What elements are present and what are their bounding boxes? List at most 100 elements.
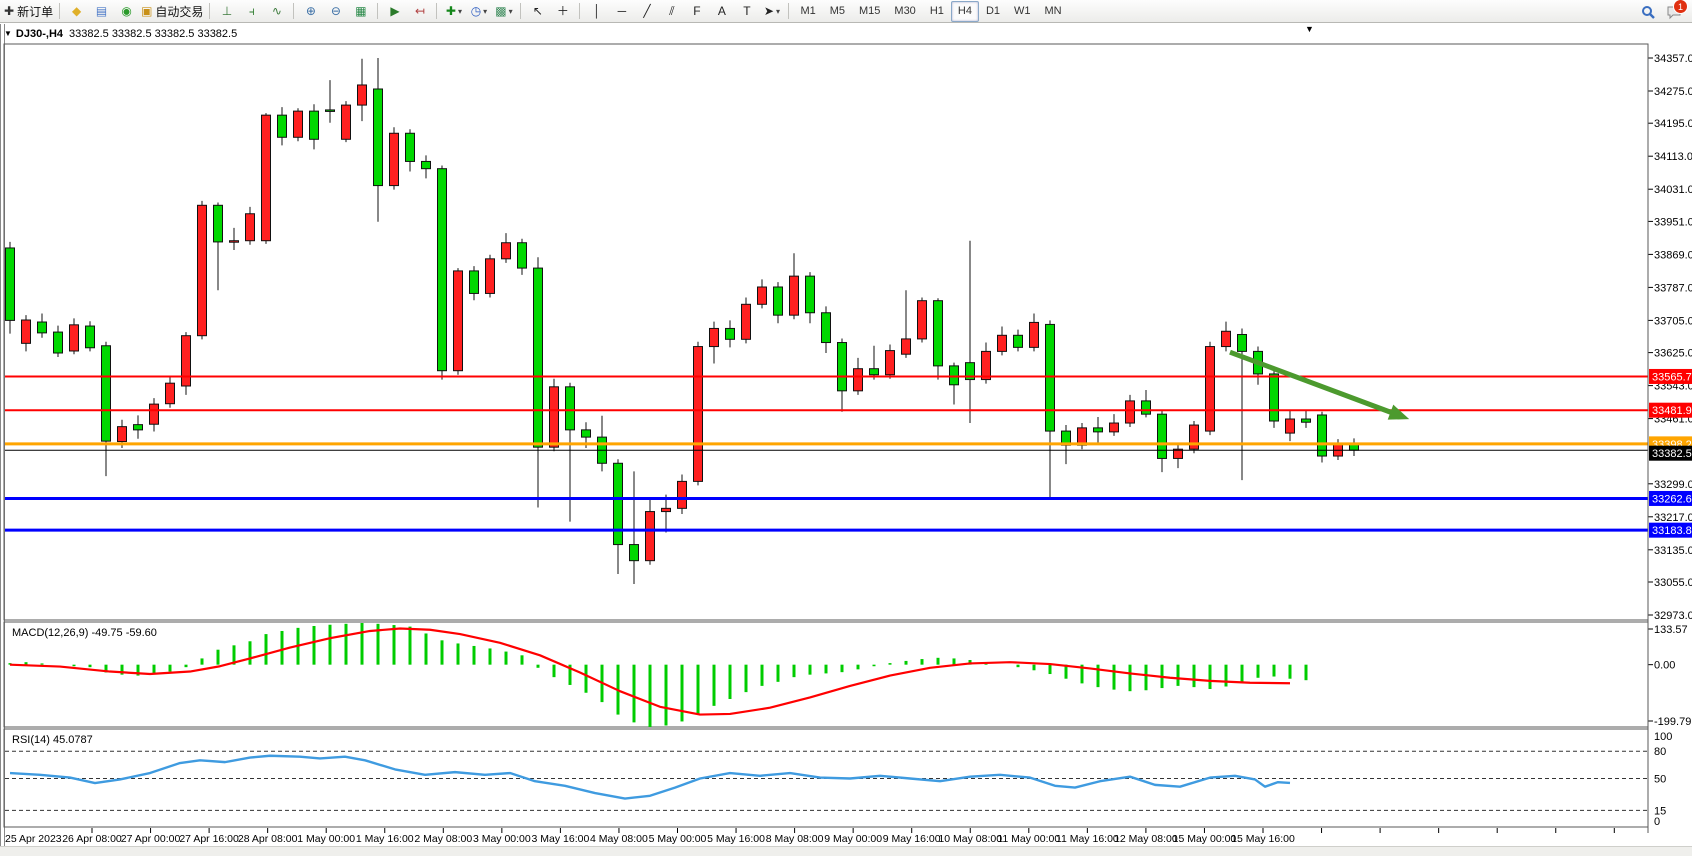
time-axis[interactable]: 25 Apr 202326 Apr 08:0027 Apr 00:0027 Ap…	[5, 828, 1614, 845]
arrows-icon[interactable]: ➤▾	[760, 1, 783, 22]
candle-body	[278, 115, 287, 137]
chart-area[interactable]: 34357.034275.034195.034113.034031.033951…	[0, 24, 1692, 846]
chart-shift-icon: ↤	[415, 5, 425, 17]
price-tick-label: 33299.0	[1654, 479, 1692, 491]
candle-body	[1110, 423, 1119, 432]
autotrading-button[interactable]: ▣自动交易	[140, 1, 204, 22]
candle-body	[1046, 324, 1055, 431]
channel-icon[interactable]: ⫽	[660, 1, 683, 22]
candle-body	[742, 304, 751, 339]
vertical-line-icon[interactable]: │	[585, 1, 608, 22]
timeframe-w1[interactable]: W1	[1007, 1, 1038, 22]
dropdown-caret-icon[interactable]: ▾	[458, 7, 462, 16]
horizontal-line-objects[interactable]	[5, 376, 1648, 530]
rsi-panel: RSI(14) 45.07871008050150	[5, 731, 1672, 828]
templates-icon[interactable]: ▩▾	[492, 1, 515, 22]
fibonacci-icon[interactable]: F	[685, 1, 708, 22]
bar-chart-icon[interactable]: ⊥	[215, 1, 238, 22]
time-axis-label: 11 May 16:00	[1056, 833, 1119, 845]
timeframe-m5[interactable]: M5	[823, 1, 852, 22]
dropdown-caret-icon[interactable]: ▾	[483, 7, 487, 16]
time-axis-label: 12 May 08:00	[1114, 833, 1178, 845]
candlestick-chart-icon[interactable]: ⫞	[240, 1, 263, 22]
candle-body	[294, 111, 303, 137]
navigator-icon[interactable]: ▤	[90, 1, 113, 22]
toolbar-separator	[377, 3, 378, 19]
crosshair-icon[interactable]: ＋	[551, 1, 574, 22]
candle-body	[246, 214, 255, 241]
chart-shift-icon[interactable]: ↤	[408, 1, 431, 22]
tile-windows-icon[interactable]: ▦	[349, 1, 372, 22]
periods-icon: ◷	[471, 5, 481, 17]
trendline-icon[interactable]: ╱	[635, 1, 658, 22]
candle-body	[1030, 322, 1039, 347]
panel-border	[4, 622, 1648, 727]
toolbar: ✚新订单◆▤◉▣自动交易⊥⫞∿⊕⊖▦▶↤✚▾◷▾▩▾↖＋│─╱⫽FAT➤▾M1M…	[0, 0, 1692, 23]
candle-body	[630, 545, 639, 561]
candle-body	[262, 115, 271, 241]
zoom-in-icon[interactable]: ⊕	[299, 1, 322, 22]
timeframe-h1[interactable]: H1	[923, 1, 951, 22]
time-axis-label: 1 May 00:00	[297, 833, 355, 845]
price-tick-label: 34195.0	[1654, 118, 1692, 130]
candle-body	[150, 404, 159, 424]
auto-scroll-icon[interactable]: ▶	[383, 1, 406, 22]
price-tick-label: 33705.0	[1654, 315, 1692, 327]
timeframe-d1[interactable]: D1	[979, 1, 1007, 22]
candle-body	[70, 325, 79, 351]
candle-body	[870, 369, 879, 375]
timeframe-m15[interactable]: M15	[852, 1, 887, 22]
zoom-out-icon[interactable]: ⊖	[324, 1, 347, 22]
candle-body	[678, 481, 687, 508]
signals-icon: ◉	[121, 5, 131, 17]
horizontal-line-icon[interactable]: ─	[610, 1, 633, 22]
new-order-button-label: 新订单	[17, 3, 53, 20]
trend-arrow-line[interactable]	[1230, 352, 1398, 415]
candle-body	[662, 508, 671, 511]
rsi-line	[10, 756, 1290, 799]
text-icon[interactable]: A	[710, 1, 733, 22]
toolbar-separator	[209, 3, 210, 19]
new-order-button: ✚	[4, 5, 14, 17]
candle-body	[838, 343, 847, 391]
toolbar-separator	[579, 3, 580, 19]
mt4-terminal-window: ✚新订单◆▤◉▣自动交易⊥⫞∿⊕⊖▦▶↤✚▾◷▾▩▾↖＋│─╱⫽FAT➤▾M1M…	[0, 0, 1692, 856]
fibonacci-icon: F	[693, 5, 700, 17]
candle-body	[470, 271, 479, 294]
price-line-label: 33262.6	[1652, 493, 1692, 505]
market-watch-icon[interactable]: ◆	[65, 1, 88, 22]
toolbar-separator	[520, 3, 521, 19]
candle-body	[374, 89, 383, 186]
rsi-label: RSI(14) 45.0787	[12, 734, 93, 746]
chat-icon[interactable]: 1	[1662, 2, 1685, 23]
candle-body	[758, 287, 767, 304]
candle-body	[806, 276, 815, 313]
candle-body	[1126, 401, 1135, 423]
candle-body	[646, 512, 655, 561]
macd-label: MACD(12,26,9) -49.75 -59.60	[12, 627, 157, 639]
dropdown-caret-icon[interactable]: ▾	[776, 7, 780, 16]
candle-body	[118, 427, 127, 442]
rsi-axis-label: 0	[1654, 816, 1660, 828]
timeframe-m1[interactable]: M1	[793, 1, 822, 22]
candle-body	[1190, 425, 1199, 449]
dropdown-caret-icon[interactable]: ▾	[509, 7, 513, 16]
timeframe-m30[interactable]: M30	[887, 1, 922, 22]
text-label-icon[interactable]: T	[735, 1, 758, 22]
line-chart-icon[interactable]: ∿	[265, 1, 288, 22]
cursor-icon[interactable]: ↖	[526, 1, 549, 22]
signals-icon[interactable]: ◉	[115, 1, 138, 22]
time-axis-label: 5 May 00:00	[649, 833, 707, 845]
search-icon[interactable]	[1637, 2, 1660, 23]
periods-icon[interactable]: ◷▾	[467, 1, 490, 22]
candle-body	[342, 105, 351, 139]
time-axis-label: 4 May 08:00	[590, 833, 648, 845]
price-tick-label: 33625.0	[1654, 348, 1692, 360]
indicators-icon[interactable]: ✚▾	[442, 1, 465, 22]
timeframe-h4[interactable]: H4	[951, 1, 979, 22]
candle-body	[134, 425, 143, 430]
new-order-button[interactable]: ✚新订单	[3, 1, 54, 22]
price-tick-label: 33135.0	[1654, 545, 1692, 557]
candle-body	[998, 335, 1007, 351]
timeframe-mn[interactable]: MN	[1038, 1, 1069, 22]
